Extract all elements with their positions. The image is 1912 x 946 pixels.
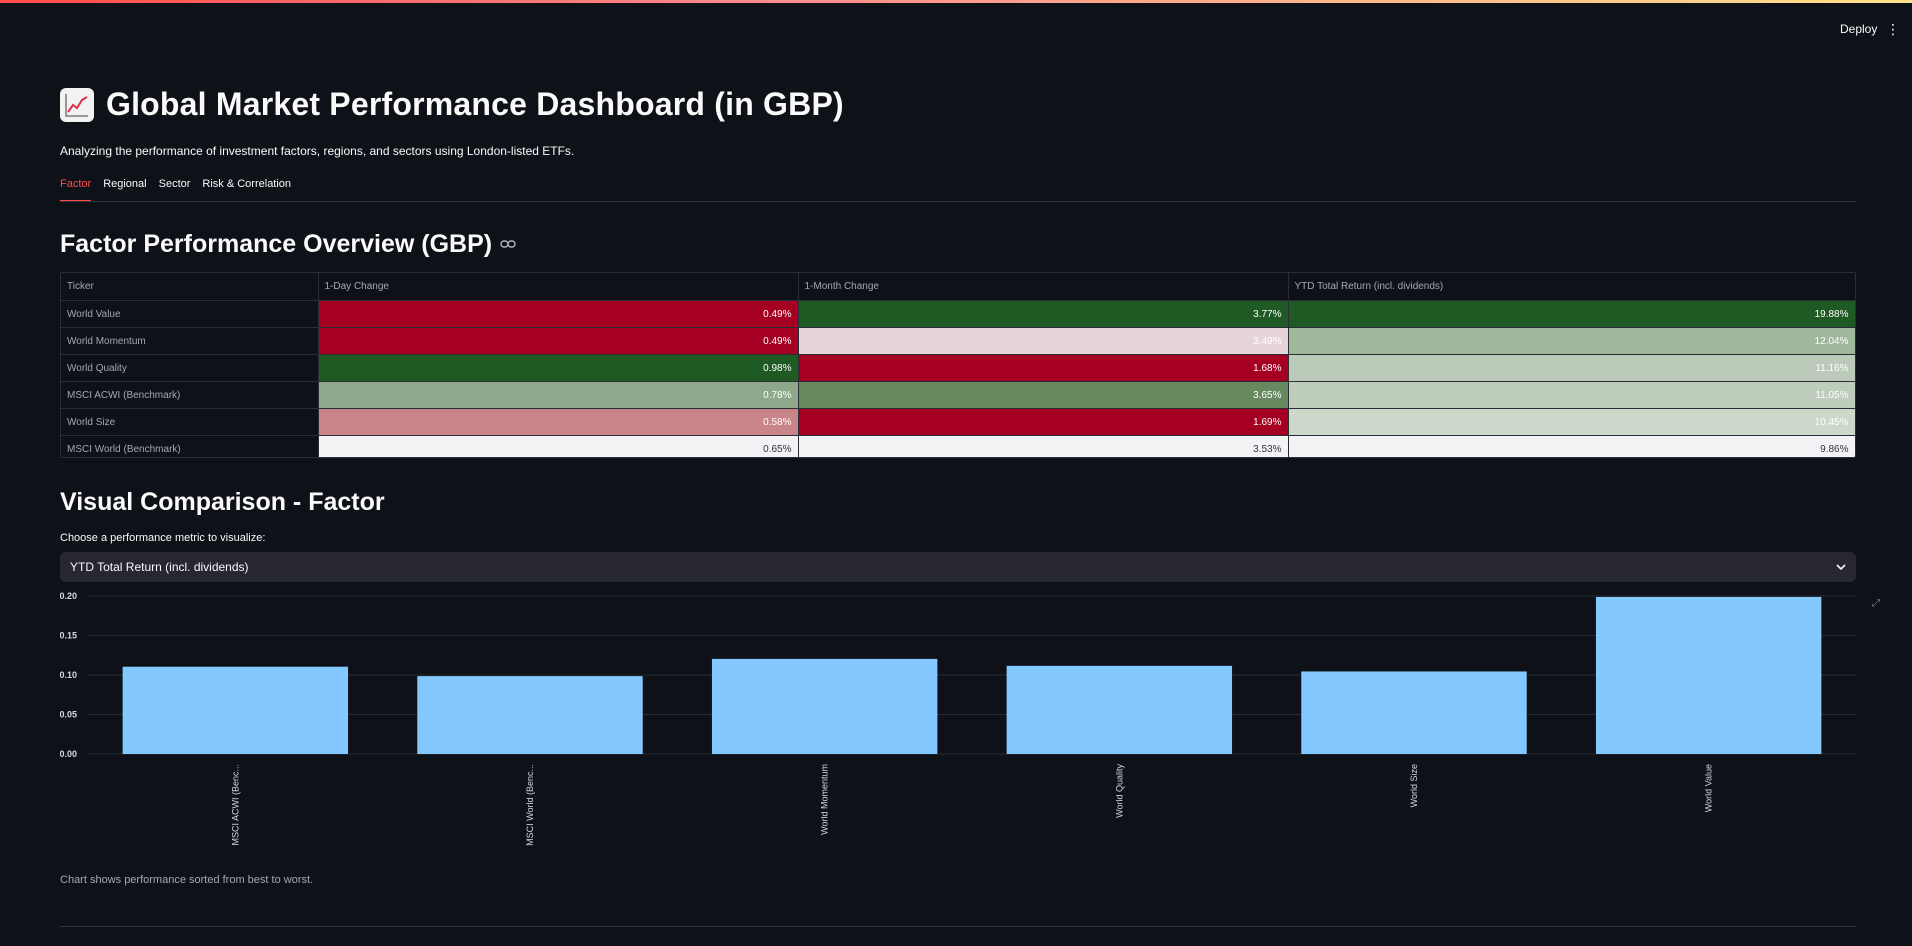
performance-bar-chart[interactable]: 0.00 0.05 0.10 0.15 0.20 MSCI ACWI (Benc... MS… (60, 590, 1856, 860)
value-cell: 0.49% (318, 327, 799, 355)
column-header[interactable]: Ticker (61, 273, 319, 301)
table-header-row: Ticker 1-Day Change 1-Month Change YTD Tota… (61, 273, 1855, 301)
metric-select-label: Choose a performance metric to visualize… (60, 532, 266, 544)
chart-caption: Chart shows performance sorted from best… (60, 874, 314, 886)
chevron-down-icon (1836, 561, 1846, 573)
link-icon[interactable] (500, 236, 516, 253)
bar[interactable] (1595, 596, 1822, 754)
bar[interactable] (1006, 665, 1233, 754)
y-tick-label: 0.00 (60, 749, 77, 759)
value-cell: 19.88% (1288, 300, 1855, 328)
y-tick-label: 0.15 (60, 631, 77, 641)
column-header[interactable]: 1-Day Change (318, 273, 799, 301)
tab-risk-correlation[interactable]: Risk & Correlation (202, 176, 291, 202)
value-cell: 3.53% (798, 435, 1289, 457)
table-row[interactable]: MSCI ACWI (Benchmark) 0.78% 3.65% 11.05% (61, 381, 1855, 409)
deploy-button[interactable]: Deploy (1834, 18, 1883, 40)
table-row[interactable]: World Value 0.49% 3.77% 19.88% (61, 300, 1855, 328)
kebab-menu-icon[interactable]: ⋮ (1886, 18, 1900, 40)
value-cell: 0.98% (318, 354, 799, 382)
page-title: Global Market Performance Dashboard (in … (106, 86, 844, 122)
value-cell: 3.49% (798, 327, 1289, 355)
performance-table[interactable]: Ticker 1-Day Change 1-Month Change YTD Tota… (60, 272, 1856, 458)
bar[interactable] (417, 676, 643, 754)
table-row[interactable]: MSCI World (Benchmark) 0.65% 3.53% 9.86% (61, 435, 1855, 457)
ticker-cell: MSCI ACWI (Benchmark) (61, 381, 319, 409)
x-tick-label: MSCI World (Benc... (525, 764, 535, 846)
value-cell: 0.58% (318, 408, 799, 436)
page-subtitle: Analyzing the performance of investment … (60, 144, 575, 158)
tab-regional[interactable]: Regional (103, 176, 146, 202)
table-row[interactable]: World Quality 0.98% 1.68% 11.16% (61, 354, 1855, 382)
visual-title: Visual Comparison - Factor (60, 488, 385, 516)
x-tick-label: World Size (1409, 764, 1419, 807)
table-row[interactable]: World Size 0.58% 1.69% 10.45% (61, 408, 1855, 436)
tab-sector[interactable]: Sector (159, 176, 191, 202)
chart-increasing-icon (60, 87, 94, 122)
ticker-cell: World Momentum (61, 327, 319, 355)
overview-title-row: Factor Performance Overview (GBP) (60, 230, 516, 259)
ticker-cell: MSCI World (Benchmark) (61, 435, 319, 457)
tab-bar: Factor Regional Sector Risk & Correlation (60, 176, 291, 202)
ticker-cell: World Value (61, 300, 319, 328)
fullscreen-icon[interactable]: ⤢ (1872, 598, 1880, 609)
column-header[interactable]: YTD Total Return (incl. dividends) (1288, 273, 1855, 301)
value-cell: 3.77% (798, 300, 1289, 328)
x-tick-label: World Value (1704, 764, 1714, 812)
value-cell: 1.69% (798, 408, 1289, 436)
y-tick-label: 0.20 (60, 591, 77, 601)
metric-select-value: YTD Total Return (incl. dividends) (70, 560, 249, 574)
title-row: Global Market Performance Dashboard (in … (60, 86, 844, 123)
bar[interactable] (1301, 671, 1527, 754)
tab-divider (60, 201, 1856, 202)
table-body: World Value 0.49% 3.77% 19.88% World Momentu… (61, 300, 1855, 457)
value-cell: 1.68% (798, 354, 1289, 382)
top-decoration-bar (0, 0, 1912, 3)
overview-title: Factor Performance Overview (GBP) (60, 230, 493, 258)
value-cell: 11.05% (1288, 381, 1855, 409)
bar[interactable] (122, 666, 349, 754)
ticker-cell: World Size (61, 408, 319, 436)
tab-factor[interactable]: Factor (60, 176, 92, 202)
value-cell: 9.86% (1288, 435, 1855, 457)
bar[interactable] (711, 658, 938, 754)
value-cell: 0.49% (318, 300, 799, 328)
value-cell: 12.04% (1288, 327, 1855, 355)
x-tick-label: World Momentum (820, 764, 830, 835)
bottom-divider (60, 926, 1856, 927)
value-cell: 3.65% (798, 381, 1289, 409)
value-cell: 10.45% (1288, 408, 1855, 436)
x-tick-label: MSCI ACWI (Benc... (230, 764, 240, 846)
visual-title-row: Visual Comparison - Factor (60, 488, 385, 517)
ticker-cell: World Quality (61, 354, 319, 382)
metric-select[interactable]: YTD Total Return (incl. dividends) (60, 552, 1856, 582)
column-header[interactable]: 1-Month Change (798, 273, 1289, 301)
table-row[interactable]: World Momentum 0.49% 3.49% 12.04% (61, 327, 1855, 355)
y-tick-label: 0.10 (60, 670, 77, 680)
value-cell: 0.65% (318, 435, 799, 457)
value-cell: 0.78% (318, 381, 799, 409)
y-tick-label: 0.05 (60, 710, 77, 720)
x-tick-label: World Quality (1114, 764, 1124, 818)
value-cell: 11.16% (1288, 354, 1855, 382)
